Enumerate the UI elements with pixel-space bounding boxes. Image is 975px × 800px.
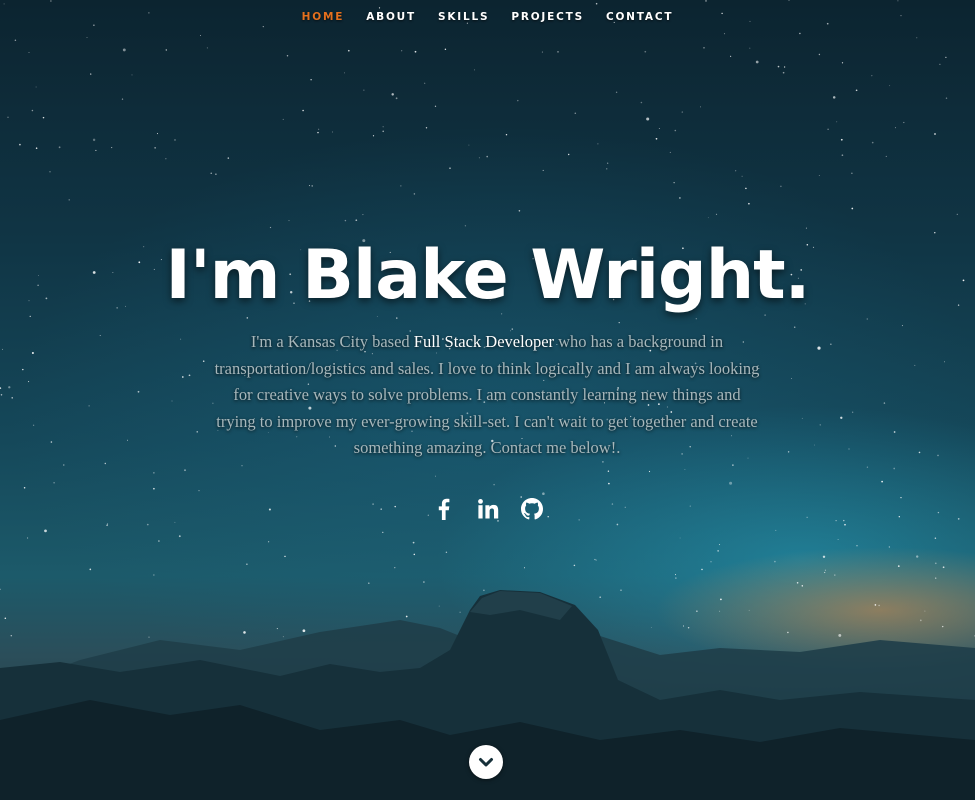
nav-item-projects[interactable]: PROJECTS (511, 11, 584, 23)
chevron-down-icon (479, 758, 493, 767)
bio-intro: I'm a Kansas City based (250, 332, 414, 351)
hero-headline: I'm Blake Wright. (165, 236, 811, 315)
social-links (0, 494, 975, 524)
linkedin-link[interactable] (473, 494, 503, 524)
facebook-icon (438, 498, 449, 520)
scroll-down-button[interactable] (469, 745, 503, 779)
main-nav: HOME ABOUT SKILLS PROJECTS CONTACT (0, 11, 975, 23)
linkedin-icon (477, 499, 498, 519)
github-icon (520, 498, 543, 520)
nav-item-contact[interactable]: CONTACT (606, 11, 673, 23)
nav-item-about[interactable]: ABOUT (366, 11, 416, 23)
facebook-link[interactable] (429, 494, 459, 524)
hero-bio: I'm a Kansas City based Full Stack Devel… (212, 329, 762, 462)
nav-item-skills[interactable]: SKILLS (438, 11, 489, 23)
nav-item-home[interactable]: HOME (302, 11, 345, 23)
bio-highlight: Full Stack Developer (413, 332, 555, 351)
github-link[interactable] (517, 494, 547, 524)
